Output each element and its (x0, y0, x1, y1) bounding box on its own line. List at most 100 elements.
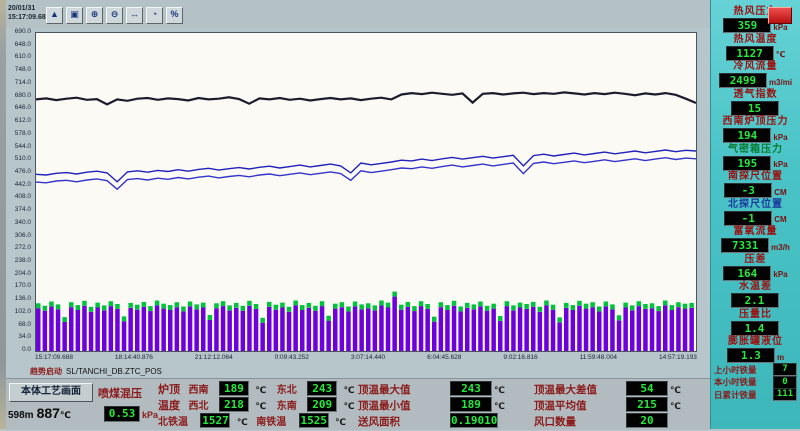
y-axis-tick-label: 408.0 (15, 193, 31, 201)
sidebar-item-value: 195 (723, 156, 771, 171)
stat-item-0: 顶温最大值243℃ (358, 381, 534, 397)
time-range-icon[interactable]: ◔ (146, 7, 163, 24)
y-axis-tick-label: 170.0 (15, 282, 31, 290)
stat-label: 顶温最小值 (358, 398, 450, 414)
y-axis-tick-label: 0.0 (22, 346, 31, 354)
cell-unit-ne: ℃ (344, 385, 355, 395)
sidebar-item-4: 西南炉顶压力194kPa (711, 116, 800, 144)
x-axis-tick-label: 18:14:40.876 (115, 354, 153, 361)
stat-label: 送风面积 (358, 414, 450, 430)
sidebar-item-unit: m3/mi (769, 78, 792, 87)
top-toolbar: 20/01/31 15:17:09.688 ▲▣⊕⊖↔◔% (6, 0, 710, 28)
furnace-volume: 598m (8, 410, 34, 421)
toolbar-buttons: ▲▣⊕⊖↔◔% (46, 7, 183, 24)
stat-label: 风口数量 (534, 414, 626, 430)
y-axis-tick-label: 340.0 (15, 219, 31, 227)
iron-stat-row-2: 日累计铁量111 (711, 389, 800, 402)
top-temp-statistics: 顶温最大值243℃顶温最小值189℃送风面积0.19010顶温最大差值54℃顶温… (358, 381, 708, 429)
top-temperature-grid: 炉顶 西南 189 ℃ 东北 243 ℃ 温度 西北 218 ℃ 东南 209 … (158, 381, 358, 429)
stat-unit: ℃ (494, 385, 505, 395)
iron-stat-row-0: 上小时铁量 7 (711, 364, 800, 377)
sidebar-item-label: 北探尺位置 (711, 199, 800, 211)
stat-label: 顶温最大值 (358, 382, 450, 398)
coal-injection-pressure: 0.53kPa (104, 405, 158, 423)
stat-label: 顶温最大差值 (534, 382, 626, 398)
sidebar-item-value: 1.3 (727, 348, 775, 363)
x-axis-labels: 15:17:09.68818:14:40.87621:12:12.0640:09… (35, 354, 697, 361)
sidebar-item-label: 压差 (711, 254, 800, 266)
scroll-up-icon[interactable]: ▲ (46, 7, 63, 24)
sidebar-item-2: 冷风流量2499m3/mi (711, 61, 800, 89)
bottom-data-panel: 本体工艺画面 598m887℃ 喷煤混压 0.53kPa 炉顶 西南 189 ℃… (6, 378, 710, 430)
sidebar-item-label: 压量比 (711, 309, 800, 321)
sidebar-item-label: 富氧流量 (711, 226, 800, 238)
x-axis-tick-label: 0:09:43.252 (275, 354, 309, 361)
x-axis-tick-label: 11:59:48.004 (580, 354, 617, 361)
sidebar-item-12: 膨胀罐液位1.3m (711, 336, 800, 364)
iron-stat-value: 111 (773, 388, 797, 401)
chart-mode-icon[interactable]: ▣ (66, 7, 83, 24)
sidebar-item-7: 北探尺位置-1CM (711, 199, 800, 227)
sidebar-item-unit: CM (774, 215, 786, 224)
sidebar-item-value: 2.1 (731, 293, 779, 308)
y-axis-tick-label: 612.0 (15, 117, 31, 125)
stat-unit: ℃ (670, 401, 681, 411)
stat-label: 顶温平均值 (534, 398, 626, 414)
stat-value: 243 (450, 381, 492, 396)
coal-pressure-value: 0.53 (104, 406, 140, 422)
sidebar-item-value: 359 (723, 18, 771, 33)
measurements-sidebar: 热风压力359kPa热风温度1127℃冷风流量2499m3/mi透气指数15西南… (710, 0, 800, 429)
y-axis-tick-label: 610.0 (15, 53, 31, 61)
y-axis-tick-label: 136.0 (15, 295, 31, 303)
sidebar-item-label: 西南炉顶压力 (711, 116, 800, 128)
y-axis-tick-label: 102.0 (15, 308, 31, 316)
trend-chart-panel: 690.0648.0610.0748.0714.0680.0646.0612.0… (6, 28, 710, 378)
sidebar-item-value: 15 (731, 101, 779, 116)
stat-value: 0.19010 (450, 413, 498, 428)
sidebar-item-unit: m (777, 353, 784, 362)
sidebar-item-label: 热风温度 (711, 34, 800, 46)
south-iron-temp-value: 1525 (299, 413, 329, 428)
iron-stat-value: 7 (773, 363, 797, 376)
cell-unit-se: ℃ (344, 401, 355, 411)
cell-value-se: 209 (307, 397, 337, 412)
zoom-in-icon[interactable]: ⊕ (86, 7, 103, 24)
sidebar-item-unit: kPa (773, 270, 787, 279)
exit-button[interactable] (768, 7, 792, 24)
stat-value: 20 (626, 413, 668, 428)
x-axis-tick-label: 14:57:19.193 (659, 354, 697, 361)
sidebar-item-9: 压差164kPa (711, 254, 800, 282)
stat-item-1: 顶温最小值189℃ (358, 397, 534, 413)
y-axis-tick-label: 578.0 (15, 130, 31, 138)
y-axis-tick-label: 646.0 (15, 104, 31, 112)
south-iron-temp-unit: ℃ (335, 417, 346, 427)
sidebar-item-label: 气密箱压力 (711, 144, 800, 156)
iron-stat-label: 上小时铁量 (714, 364, 757, 376)
trend-start-timestamp: 20/01/31 15:17:09.688 (8, 4, 42, 22)
percent-scale-icon[interactable]: % (166, 7, 183, 24)
y-axis-tick-label: 306.0 (15, 232, 31, 240)
sidebar-item-unit: m3/h (771, 243, 790, 252)
north-iron-temp-value: 1527 (200, 413, 230, 428)
top-temp-row-1: 炉顶 西南 189 ℃ 东北 243 ℃ (158, 381, 358, 397)
status-prefix: 趋势启动 (30, 367, 62, 376)
cell-value-nw: 218 (219, 397, 249, 412)
sidebar-item-unit: kPa (773, 160, 787, 169)
trend-plot-area[interactable] (35, 32, 697, 352)
zoom-out-icon[interactable]: ⊖ (106, 7, 123, 24)
y-axis-tick-label: 476.0 (15, 168, 31, 176)
sidebar-item-label: 透气指数 (711, 89, 800, 101)
cell-value-sw: 189 (219, 381, 249, 396)
process-screen-button[interactable]: 本体工艺画面 (9, 383, 93, 402)
furnace-temp-unit: ℃ (60, 410, 71, 420)
y-axis-tick-label: 690.0 (15, 28, 31, 36)
stat-item-3: 顶温最大差值54℃ (534, 381, 710, 397)
stat-value: 189 (450, 397, 492, 412)
sidebar-item-unit: ℃ (776, 50, 786, 59)
x-axis-tick-label: 3:07:14.440 (351, 354, 385, 361)
pan-horizontal-icon[interactable]: ↔ (126, 7, 143, 24)
top-temp-row-2: 温度 西北 218 ℃ 东南 209 ℃ (158, 397, 358, 413)
iron-temp-row: 北铁温 1527 ℃ 南铁温 1525 ℃ (158, 413, 358, 429)
sidebar-item-value: 1.4 (731, 321, 779, 336)
stat-item-2: 送风面积0.19010 (358, 413, 534, 429)
